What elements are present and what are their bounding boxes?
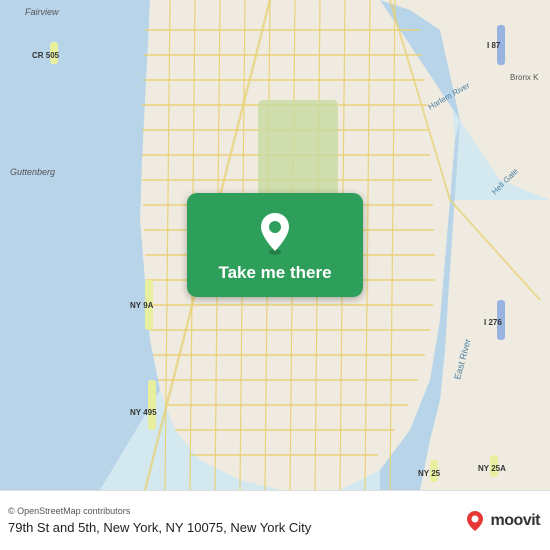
map-container: NY 9A NY 495 I 87 I 276 NY 25 NY 25A CR … <box>0 0 550 490</box>
osm-attribution: © OpenStreetMap contributors <box>8 506 311 516</box>
location-text: 79th St and 5th, New York, NY 10075, New… <box>8 520 311 535</box>
take-me-there-label: Take me there <box>218 263 331 283</box>
location-pin-icon <box>257 211 293 255</box>
svg-text:Bronx K: Bronx K <box>510 73 539 82</box>
svg-text:NY 25A: NY 25A <box>478 464 506 473</box>
svg-text:I 87: I 87 <box>487 41 501 50</box>
svg-text:NY 495: NY 495 <box>130 408 157 417</box>
footer-left: © OpenStreetMap contributors 79th St and… <box>8 506 311 535</box>
svg-text:NY 9A: NY 9A <box>130 301 154 310</box>
take-me-there-button[interactable]: Take me there <box>187 193 363 297</box>
moovit-logo: moovit <box>463 509 540 533</box>
svg-text:Guttenberg: Guttenberg <box>10 167 55 177</box>
footer-bar: © OpenStreetMap contributors 79th St and… <box>0 490 550 550</box>
svg-text:Fairview: Fairview <box>25 7 59 17</box>
svg-text:I 276: I 276 <box>484 318 502 327</box>
moovit-wordmark: moovit <box>491 512 540 530</box>
moovit-pin-icon <box>463 509 487 533</box>
svg-text:CR 505: CR 505 <box>32 51 60 60</box>
svg-text:NY 25: NY 25 <box>418 469 441 478</box>
